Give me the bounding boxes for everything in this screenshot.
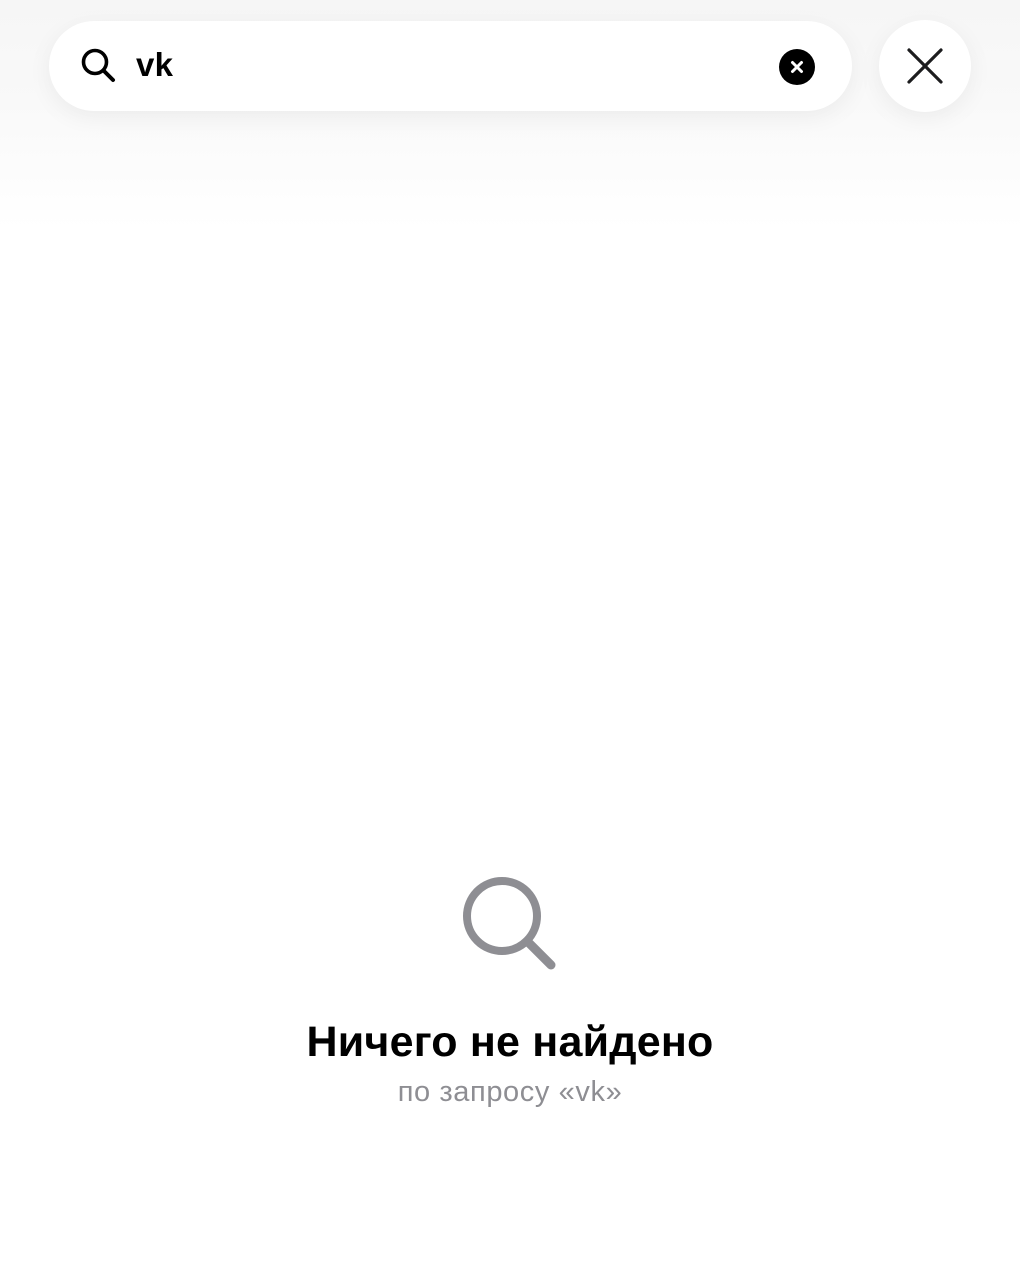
- empty-search-icon: [0, 870, 1020, 974]
- search-input[interactable]: [136, 43, 756, 87]
- clear-search-button[interactable]: [779, 49, 815, 85]
- search-screen: Ничего не найдено по запросу «vk»: [0, 0, 1020, 1280]
- search-icon: [80, 47, 118, 85]
- clear-icon: [789, 59, 805, 75]
- empty-state-title: Ничего не найдено: [306, 1018, 714, 1066]
- empty-state-subtitle: по запросу «vk»: [397, 1076, 623, 1108]
- close-icon: [906, 47, 944, 85]
- close-search-button[interactable]: [879, 20, 971, 112]
- empty-state: Ничего не найдено по запросу «vk»: [0, 870, 1020, 1112]
